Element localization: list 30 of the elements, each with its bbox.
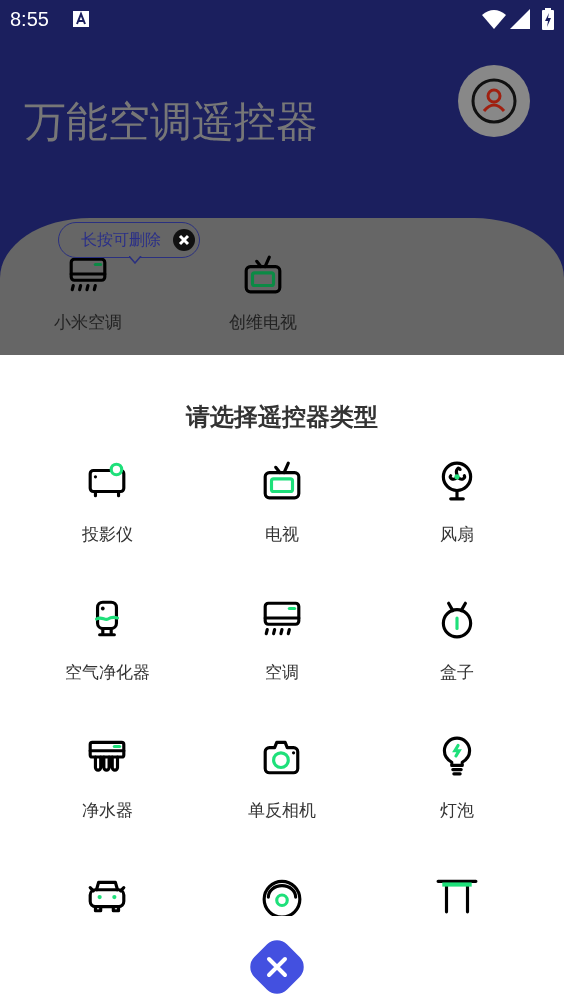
app-title: 万能空调遥控器	[24, 96, 318, 148]
signal-icon	[510, 9, 530, 29]
sheet-title: 请选择遥控器类型	[184, 402, 379, 433]
device-type[interactable]: 盒子	[369, 598, 545, 736]
close-icon[interactable]	[173, 229, 195, 251]
hint-text: 长按可删除	[81, 229, 161, 251]
type-label: 盒子	[440, 661, 474, 684]
type-label: 风扇	[440, 523, 474, 546]
type-label: 灯泡	[440, 799, 474, 822]
device-label: 创维电视	[228, 311, 297, 334]
device-label: 小米空调	[53, 311, 122, 334]
status-time: 8:55	[10, 7, 49, 32]
device-type[interactable]: 投影仪	[19, 460, 195, 598]
device-type[interactable]: 风扇	[369, 460, 545, 598]
type-label: 单反相机	[248, 799, 316, 822]
device-type[interactable]: 单反相机	[194, 736, 370, 874]
type-label: 电视	[265, 523, 299, 546]
device-type[interactable]: 灯泡	[369, 736, 545, 874]
battery-icon	[542, 8, 554, 30]
wifi-icon	[482, 9, 506, 29]
device-type[interactable]: 空气净化器	[19, 598, 195, 736]
keyboard-icon	[72, 11, 89, 27]
type-label: 空调	[265, 661, 299, 684]
device-type[interactable]: 净水器	[19, 736, 195, 874]
device-type[interactable]: 空调	[194, 598, 370, 736]
tv-icon	[261, 460, 303, 502]
type-label: 空气净化器	[64, 661, 150, 684]
type-label: 投影仪	[81, 523, 133, 546]
device-type[interactable]: 电视	[194, 460, 370, 598]
type-label: 净水器	[81, 799, 133, 822]
